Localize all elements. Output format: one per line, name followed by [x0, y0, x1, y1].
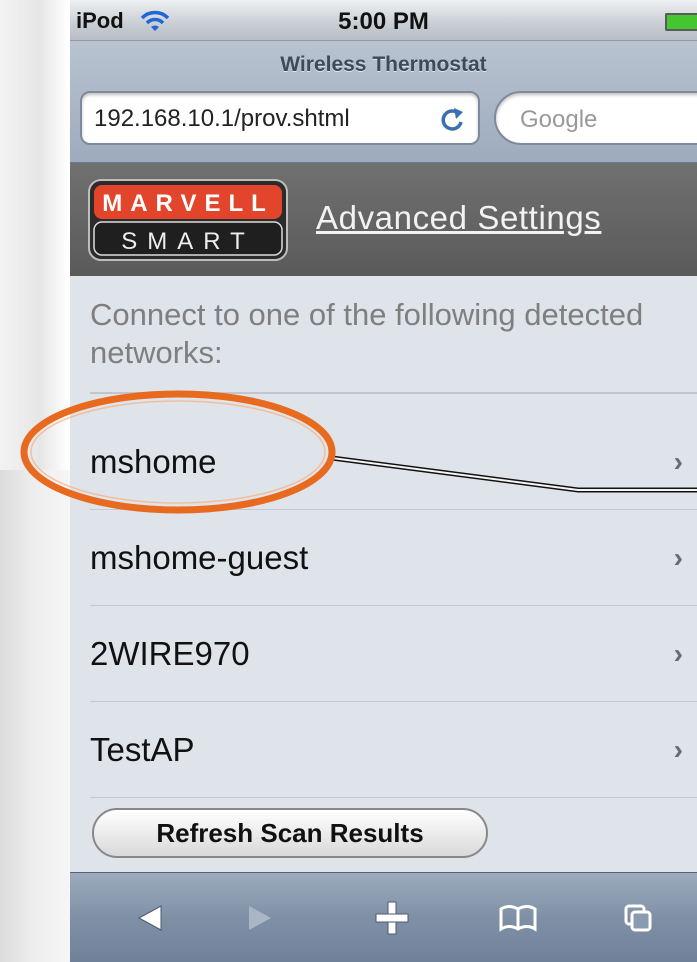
forward-icon[interactable]	[220, 873, 300, 962]
advanced-settings-link[interactable]: Advanced Settings	[316, 199, 601, 237]
status-bar: iPod 5:00 PM	[70, 0, 697, 41]
marvell-smart-logo: MARVELL SMART	[88, 179, 288, 261]
page-title: Wireless Thermostat	[280, 53, 487, 76]
browser-toolbar: Wireless Thermostat 192.168.10.1/prov.sh…	[70, 41, 697, 163]
row-separator	[90, 797, 697, 798]
clock-label: 5:00 PM	[338, 8, 429, 35]
site-header: MARVELL SMART Advanced Settings	[70, 163, 697, 276]
address-field[interactable]: 192.168.10.1/prov.shtml	[80, 91, 480, 145]
network-label: 2WIRE970	[90, 635, 250, 672]
network-label: mshome-guest	[90, 539, 309, 576]
bottom-toolbar	[70, 872, 697, 962]
search-field[interactable]: Google	[494, 91, 697, 145]
network-row-mshome[interactable]: mshome ›	[70, 414, 697, 510]
chevron-right-icon: ›	[673, 542, 683, 573]
network-row-mshome-guest[interactable]: mshome-guest ›	[70, 510, 697, 606]
chevron-right-icon: ›	[673, 446, 683, 477]
svg-text:SMART: SMART	[121, 228, 255, 255]
back-icon[interactable]	[110, 873, 190, 962]
reload-icon[interactable]	[440, 105, 466, 133]
network-row-2wire970[interactable]: 2WIRE970 ›	[70, 606, 697, 702]
svg-text:MARVELL: MARVELL	[102, 190, 274, 217]
refresh-scan-button[interactable]: Refresh Scan Results	[92, 808, 488, 858]
background-shadow	[0, 470, 70, 962]
add-bookmark-icon[interactable]	[352, 873, 432, 962]
network-label: TestAP	[90, 731, 195, 768]
pages-icon[interactable]	[598, 873, 678, 962]
network-row-testap[interactable]: TestAP ›	[70, 702, 697, 798]
chevron-right-icon: ›	[673, 734, 683, 765]
network-label: mshome	[90, 443, 217, 480]
divider	[90, 392, 697, 394]
phone-screen: iPod 5:00 PM Wireless Thermostat 192.168…	[70, 0, 697, 962]
bookmarks-icon[interactable]	[478, 873, 558, 962]
search-placeholder: Google	[520, 106, 598, 133]
chevron-right-icon: ›	[673, 638, 683, 669]
battery-icon	[665, 13, 697, 31]
intro-text: Connect to one of the following detected…	[90, 297, 644, 370]
url-text: 192.168.10.1/prov.shtml	[94, 105, 350, 132]
